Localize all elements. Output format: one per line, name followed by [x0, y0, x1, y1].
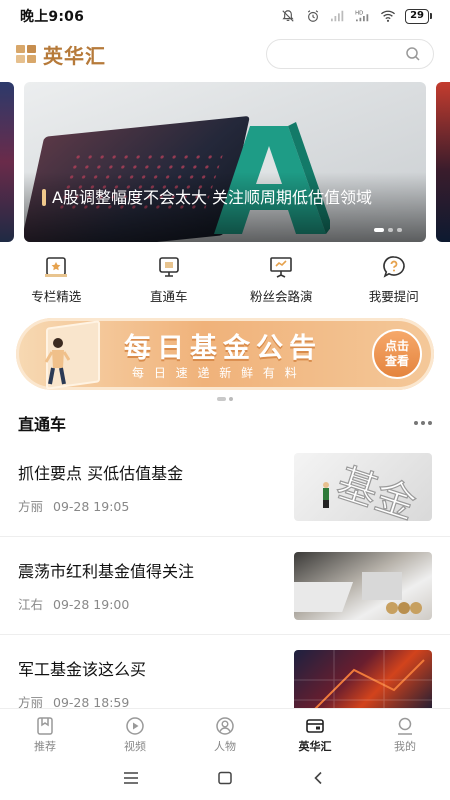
system-nav-bar — [0, 756, 450, 800]
article-item[interactable]: 军工基金该这么买 方丽 09-28 18:59 — [0, 634, 450, 708]
app-header: 英华汇 — [0, 32, 450, 76]
quick-item-label: 粉丝会路演 — [249, 289, 313, 304]
promo-subtitle: 每 日 速 递 新 鲜 有 料 — [132, 366, 300, 380]
banner-slide[interactable]: A A股调整幅度不会太大 关注顺周期低估值领域 — [24, 82, 426, 242]
banner-pagination — [374, 228, 402, 232]
banner-carousel[interactable]: A A股调整幅度不会太大 关注顺周期低估值领域 — [0, 82, 450, 242]
banner-caption: A股调整幅度不会太大 关注顺周期低估值领域 — [42, 186, 382, 210]
article-thumbnail: 基金 — [294, 453, 432, 521]
status-time: 晚上9:06 — [20, 9, 85, 25]
more-icon[interactable] — [414, 421, 432, 425]
menu-icon[interactable] — [123, 771, 139, 785]
battery-level: 29 — [405, 8, 429, 24]
article-item[interactable]: 震荡市红利基金值得关注 江右 09-28 19:00 — [0, 536, 450, 634]
wallet-card-icon — [306, 719, 324, 733]
promo-view-button[interactable]: 点击 查看 — [372, 329, 422, 379]
person-icon — [216, 717, 234, 735]
status-bar: 晚上9:06 HD 29 — [0, 0, 450, 32]
promo-button-line1: 点击 — [384, 339, 409, 353]
article-title: 震荡市红利基金值得关注 — [18, 562, 195, 581]
app-screen: 晚上9:06 HD 29 英华汇 A股调整幅度不会太大 关注顺周期低估值领域 专… — [0, 0, 450, 800]
wifi-icon — [381, 10, 396, 22]
article-meta: 方丽 09-28 19:05 — [18, 496, 294, 515]
banner-caption-text: A股调整幅度不会太大 关注顺周期低估值领域 — [52, 188, 373, 207]
bottom-tab-bar: 推荐 视频 人物 英华汇 我的 — [0, 708, 450, 756]
brand-logo-icon — [16, 45, 36, 63]
search-input[interactable] — [266, 39, 434, 69]
tab-label: 英华汇 — [298, 740, 332, 753]
article-thumbnail — [294, 551, 432, 620]
back-icon[interactable] — [311, 771, 327, 785]
search-icon — [406, 47, 420, 61]
article-text: 军工基金该这么买 方丽 09-28 18:59 — [18, 656, 294, 708]
tab-label: 推荐 — [34, 740, 56, 753]
article-thumbnail — [294, 649, 432, 708]
promo-person-image — [44, 338, 70, 385]
section-header: 直通车 — [0, 408, 450, 438]
article-author: 方丽 — [18, 695, 44, 708]
battery-indicator: 29 — [405, 8, 432, 24]
article-author: 方丽 — [18, 498, 44, 514]
daily-fund-notice-banner[interactable]: 每日基金公告 每 日 速 递 新 鲜 有 料 点击 查看 — [16, 318, 434, 390]
promo-dot — [217, 397, 226, 401]
article-time: 09-28 18:59 — [53, 695, 130, 708]
profile-icon — [398, 717, 412, 735]
quick-item-label: 专栏精选 — [31, 289, 82, 304]
article-text: 震荡市红利基金值得关注 江右 09-28 19:00 — [18, 558, 294, 613]
promo-button-line2: 查看 — [384, 354, 409, 368]
quick-item-ask[interactable]: 我要提问 — [338, 254, 450, 310]
article-list: 抓住要点 买低估值基金 方丽 09-28 19:05 基金 震荡市红利基金值得关… — [0, 438, 450, 708]
promo-dot — [229, 397, 233, 401]
article-meta: 方丽 09-28 18:59 — [18, 692, 294, 708]
signal-icon — [331, 10, 344, 22]
article-item[interactable]: 抓住要点 买低估值基金 方丽 09-28 19:05 基金 — [0, 438, 450, 536]
monitor-icon — [155, 254, 183, 280]
quick-item-express[interactable]: 直通车 — [113, 254, 226, 310]
tab-recommend[interactable]: 推荐 — [0, 709, 90, 756]
caption-accent-bar — [42, 189, 46, 206]
quick-menu: 专栏精选 直通车 粉丝会路演 我要提问 — [0, 254, 450, 310]
article-meta: 江右 09-28 19:00 — [18, 594, 294, 613]
tab-label: 人物 — [214, 740, 236, 753]
quick-item-label: 我要提问 — [368, 289, 419, 304]
article-text: 抓住要点 买低估值基金 方丽 09-28 19:05 — [18, 460, 294, 515]
presentation-board-icon — [267, 254, 295, 280]
bell-mute-icon — [282, 10, 294, 22]
signal-hd-icon: HD — [355, 10, 369, 22]
battery-tip — [430, 13, 432, 19]
article-time: 09-28 19:05 — [53, 498, 130, 514]
section-title: 直通车 — [18, 415, 67, 434]
tab-mine[interactable]: 我的 — [360, 709, 450, 756]
question-bubble-icon — [380, 254, 408, 280]
banner-dot — [397, 228, 402, 232]
article-time: 09-28 19:00 — [53, 597, 130, 612]
alarm-icon — [307, 10, 319, 22]
article-author: 江右 — [18, 597, 44, 612]
tab-label: 视频 — [124, 740, 146, 753]
tab-label: 我的 — [394, 740, 416, 753]
thumb-fund-text: 基金 — [331, 460, 421, 521]
svg-text:HD: HD — [355, 10, 363, 16]
tab-video[interactable]: 视频 — [90, 709, 180, 756]
promo-pagination — [0, 397, 450, 401]
article-title: 军工基金该这么买 — [18, 660, 147, 679]
home-icon[interactable] — [217, 771, 233, 785]
banner-prev-slide[interactable] — [0, 82, 14, 242]
play-icon — [126, 717, 144, 735]
app-title: 英华汇 — [43, 43, 106, 68]
banner-next-slide[interactable] — [436, 82, 450, 242]
quick-item-column[interactable]: 专栏精选 — [0, 254, 113, 310]
tab-people[interactable]: 人物 — [180, 709, 270, 756]
quick-item-label: 直通车 — [149, 289, 188, 304]
quick-item-roadshow[interactable]: 粉丝会路演 — [225, 254, 338, 310]
status-icons: HD 29 — [280, 8, 432, 24]
promo-title: 每日基金公告 — [124, 333, 322, 364]
bookmark-icon — [37, 717, 53, 735]
article-title: 抓住要点 买低估值基金 — [18, 463, 184, 483]
banner-dot — [388, 228, 393, 232]
column-star-icon — [42, 254, 70, 280]
tab-yinghuahui[interactable]: 英华汇 — [270, 709, 360, 756]
banner-dot — [374, 228, 384, 232]
